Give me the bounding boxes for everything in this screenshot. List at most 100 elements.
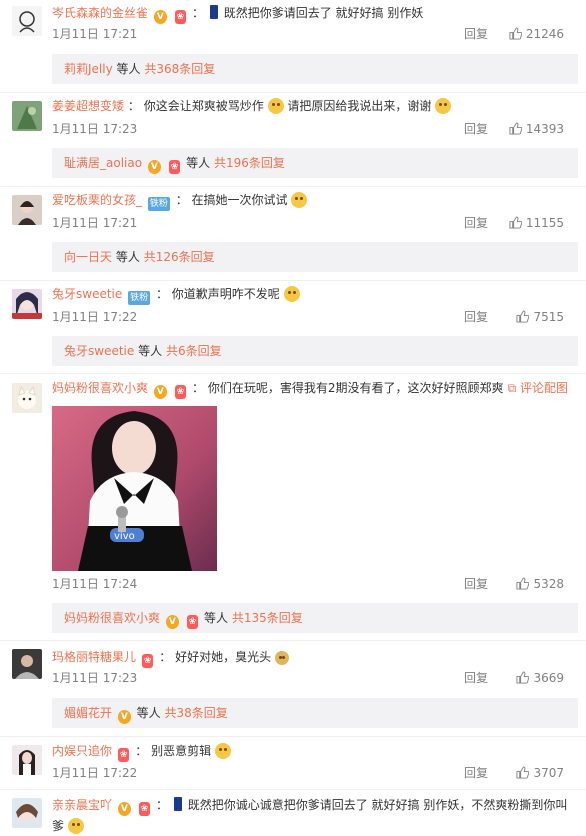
reply-button[interactable]: 回复 [464,669,488,687]
phone-badge-icon [209,5,218,19]
verified-badge-icon: V [153,10,167,24]
level-badge-icon: ❀ [138,802,151,816]
avatar[interactable] [12,289,42,319]
thumbs-up-icon [516,671,530,684]
level-badge-icon: ❀ [168,160,181,174]
divider [0,789,586,790]
like-button[interactable]: 3707 [516,764,564,782]
sub-replies-box[interactable]: 耻满居_aoliao V ❀ 等人 共196条回复 [52,148,578,178]
comment-username[interactable]: 岑氏森森的金丝雀 [52,6,148,20]
like-button[interactable]: 7515 [516,308,564,326]
comment-username[interactable]: 玛格丽特糖果儿 [52,650,136,664]
sub-replies-box[interactable]: 兔牙sweetie 等人 共6条回复 [52,336,578,366]
reply-button[interactable]: 回复 [464,120,488,138]
sub-reply-count[interactable]: 共38条回复 [165,706,228,720]
thumbs-up-icon [509,27,522,40]
view-image-label: 评论配图 [519,381,568,395]
sub-reply-count[interactable]: 共135条回复 [232,611,303,625]
comment-username[interactable]: 兔牙sweetie [52,287,122,301]
phone-badge-icon [173,797,182,811]
avatar-cartoon-icon [12,6,42,36]
sub-reply-count[interactable]: 共126条回复 [144,250,215,264]
sub-replies-box[interactable]: 妈妈粉很喜欢小爽 V ❀ 等人 共135条回复 [52,603,578,633]
sub-reply-text: 等人 [186,156,211,170]
avatar-anime-icon [12,798,42,828]
comment-username[interactable]: 爱吃板栗的女孩_ [52,193,142,207]
view-image-link[interactable]: ⧉ 评论配图 [508,379,568,397]
sub-reply-user[interactable]: 耻满居_aoliao [64,156,142,170]
comment-photo[interactable]: vivo [52,406,217,571]
like-count: 21246 [525,27,564,41]
reply-button[interactable]: 回复 [464,308,488,326]
like-count: 3669 [533,671,564,685]
comment-username[interactable]: 内娱只追你 [52,744,112,758]
comment-time: 1月11日 17:21 [52,216,138,230]
avatar[interactable] [12,745,42,775]
avatar[interactable] [12,383,42,413]
fan-badge: 铁粉 [147,197,170,211]
fan-badge: 铁粉 [128,291,151,305]
sub-reply-user[interactable]: 妈妈粉很喜欢小爽 [64,611,160,625]
like-button[interactable]: 14393 [509,120,564,138]
avatar[interactable] [12,6,42,36]
level-badge-icon: ❀ [141,654,154,668]
reply-button[interactable]: 回复 [464,25,488,43]
comment-text: 既然把你爹请回去了 就好好搞 别作妖 [223,6,424,20]
sub-reply-text: 等人 [204,611,229,625]
comment-time: 1月11日 17:22 [52,766,138,780]
sub-reply-count[interactable]: 共196条回复 [214,156,285,170]
sub-reply-user[interactable]: 莉莉Jelly [64,62,113,76]
divider [0,186,586,187]
comment-username[interactable]: 亲亲晨宝吖 [52,798,112,812]
like-button[interactable]: 5328 [516,575,564,593]
sub-reply-user[interactable]: 向一日天 [64,250,112,264]
like-button[interactable]: 3669 [516,669,564,687]
level-badge-icon: ❀ [186,615,199,629]
verified-badge-icon: V [153,385,167,399]
sub-reply-text: 等人 [136,706,161,720]
avatar[interactable] [12,798,42,828]
sub-reply-text: 等人 [115,250,140,264]
comment-time: 1月11日 17:23 [52,122,138,136]
comment-time: 1月11日 17:23 [52,671,138,685]
smile-emoji-icon [267,98,284,114]
comment-username[interactable]: 妈妈粉很喜欢小爽 [52,381,148,395]
like-button[interactable]: 21246 [509,25,564,43]
avatar[interactable] [12,195,42,225]
comment-time: 1月11日 17:22 [52,310,138,324]
smile-emoji-icon [67,818,84,834]
comment-meta: 1月11日 17:22 回复 7515 [52,308,578,326]
image-icon: ⧉ [507,381,520,395]
avatar-plant-icon [12,101,42,131]
comment-text: 你们在玩呢，害得我有2期没有看了，这次好好照顾郑爽 [207,381,504,395]
like-button[interactable]: 11155 [509,214,564,232]
comment-username[interactable]: 姜姜超想变矮 [52,99,124,113]
mic-logo-text: vivo [114,531,135,542]
comment-text-2: 爹 [52,819,65,833]
divider [0,92,586,93]
comment-time: 1月11日 17:24 [52,577,138,591]
sub-reply-count[interactable]: 共6条回复 [166,344,222,358]
sub-reply-count[interactable]: 共368条回复 [144,62,215,76]
avatar[interactable] [12,649,42,679]
comment-text: 在搞她一次你试试 [191,193,288,207]
level-badge-icon: ❀ [174,10,187,24]
comment-meta: 1月11日 17:23 回复 3669 [52,669,578,687]
like-count: 5328 [533,577,564,591]
avatar-anime-icon [12,289,42,319]
avatar[interactable] [12,101,42,131]
like-count: 11155 [525,216,564,230]
reply-button[interactable]: 回复 [464,575,488,593]
comment-meta: 1月11日 17:24 回复 5328 [52,575,578,593]
comment-meta: 1月11日 17:21 回复 21246 [52,25,578,43]
sub-replies-box[interactable]: 莉莉Jelly 等人 共368条回复 [52,54,578,84]
sub-reply-user[interactable]: 媚媚花开 [64,706,112,720]
sub-reply-user[interactable]: 兔牙sweetie [64,344,134,358]
comment-text: 你道歉声明咋不发呢 [171,287,280,301]
sub-replies-box[interactable]: 向一日天 等人 共126条回复 [52,242,578,272]
reply-button[interactable]: 回复 [464,214,488,232]
sub-replies-box[interactable]: 媚媚花开 V 等人 共38条回复 [52,698,578,728]
sly-emoji-icon [274,651,289,665]
level-badge-icon: ❀ [174,385,187,399]
reply-button[interactable]: 回复 [464,764,488,782]
